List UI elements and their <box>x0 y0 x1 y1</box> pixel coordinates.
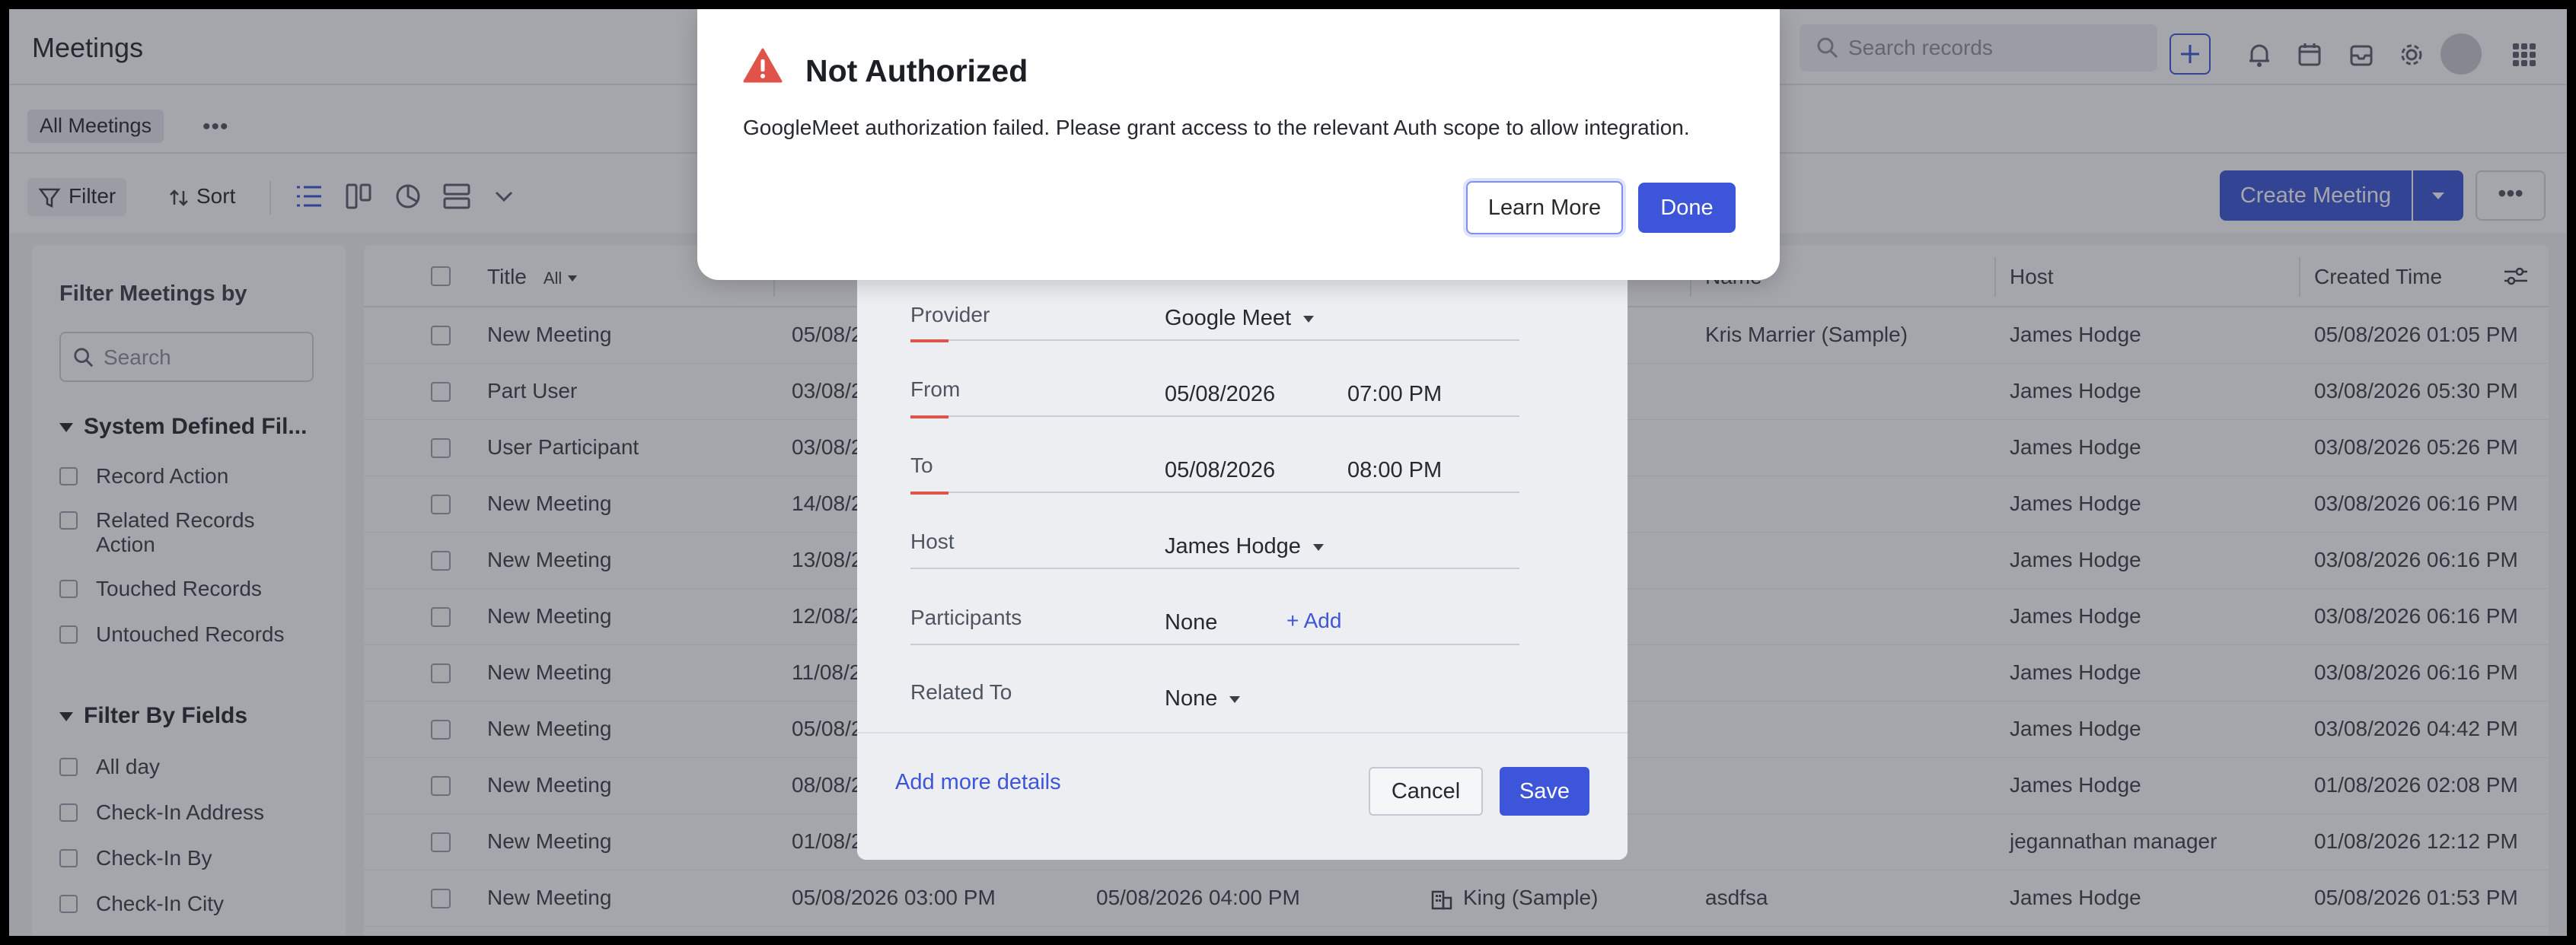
from-label: From <box>910 377 961 401</box>
to-time-input[interactable]: 08:00 PM <box>1347 458 1442 483</box>
warning-icon <box>743 48 783 83</box>
required-marker <box>910 492 948 495</box>
learn-more-button[interactable]: Learn More <box>1466 181 1623 234</box>
host-select[interactable]: James Hodge <box>1165 534 1324 559</box>
provider-label: Provider <box>910 303 990 326</box>
app-window: Meetings All Meetings ••• Filter Sort Cr… <box>9 9 2567 936</box>
to-date-input[interactable]: 05/08/2026 <box>1165 458 1275 483</box>
host-label: Host <box>910 530 955 553</box>
required-marker <box>910 415 948 418</box>
participants-label: Participants <box>910 606 1022 629</box>
add-more-details-link[interactable]: Add more details <box>895 770 1061 795</box>
caret-down-icon <box>1303 315 1315 323</box>
field-underline <box>948 339 1519 341</box>
to-label: To <box>910 453 933 477</box>
alert-message: GoogleMeet authorization failed. Please … <box>743 116 1690 139</box>
provider-select[interactable]: Google Meet <box>1165 306 1315 331</box>
done-button[interactable]: Done <box>1638 183 1736 233</box>
host-value: James Hodge <box>1165 534 1301 558</box>
add-participant-link[interactable]: + Add <box>1286 609 1341 633</box>
alert-title: Not Authorized <box>805 53 1028 88</box>
participants-value: None <box>1165 610 1218 635</box>
provider-value: Google Meet <box>1165 306 1292 330</box>
required-marker <box>910 339 948 342</box>
related-to-label: Related To <box>910 680 1012 704</box>
caret-down-icon <box>1312 543 1324 551</box>
field-underline <box>910 568 1519 569</box>
caret-down-icon <box>1229 695 1241 703</box>
field-underline <box>948 492 1519 493</box>
field-underline <box>910 644 1519 645</box>
not-authorized-alert: Not Authorized GoogleMeet authorization … <box>697 9 1780 280</box>
field-underline <box>948 415 1519 417</box>
create-meeting-dialog: Provider Google Meet From 05/08/2026 07:… <box>857 253 1628 860</box>
cancel-button[interactable]: Cancel <box>1369 767 1483 816</box>
related-to-select[interactable]: None <box>1165 686 1241 711</box>
from-date-input[interactable]: 05/08/2026 <box>1165 382 1275 407</box>
related-to-value: None <box>1165 686 1218 711</box>
from-time-input[interactable]: 07:00 PM <box>1347 382 1442 407</box>
save-button[interactable]: Save <box>1500 767 1589 816</box>
